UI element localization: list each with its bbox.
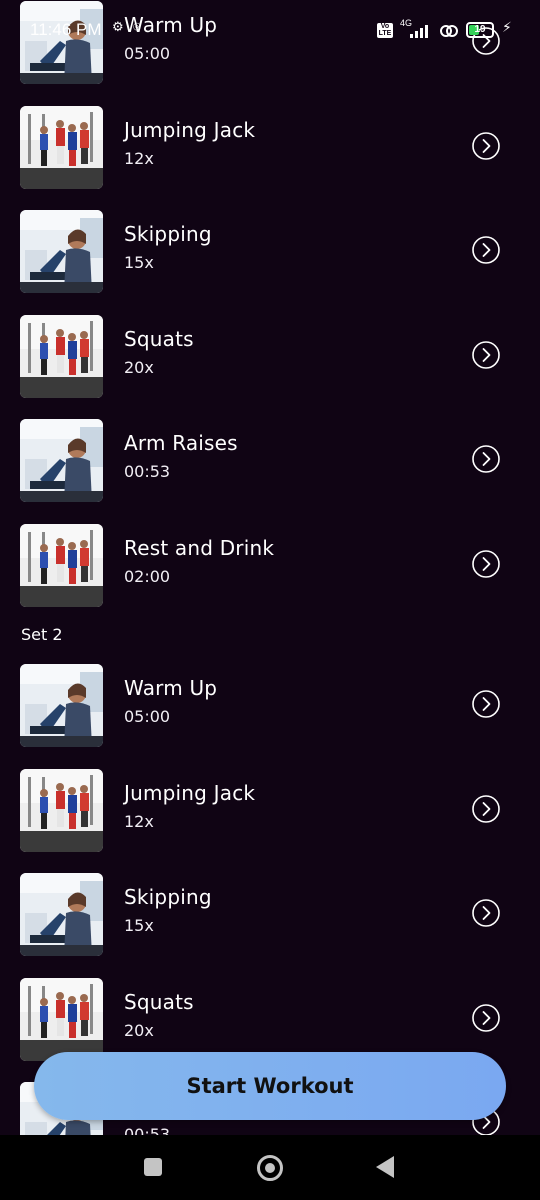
exercise-thumbnail (20, 1, 103, 84)
exercise-detail: 12x (124, 148, 154, 168)
set-label: Set 2 (21, 625, 63, 644)
chevron-right-circle-icon[interactable] (471, 898, 501, 928)
exercise-thumbnail (20, 419, 103, 502)
recents-button[interactable] (144, 1158, 162, 1176)
exercise-thumbnail (20, 768, 103, 852)
back-button[interactable] (376, 1156, 394, 1178)
exercise-detail: 05:00 (124, 44, 171, 63)
exercise-title: Jumping Jack (124, 117, 256, 142)
exercise-title: Skipping (124, 222, 212, 246)
exercise-detail: 20x (124, 1020, 154, 1040)
chevron-right-circle-icon[interactable] (471, 794, 501, 824)
chevron-right-circle-icon[interactable] (471, 549, 501, 579)
home-button[interactable] (257, 1155, 283, 1181)
chevron-right-circle-icon[interactable] (471, 131, 501, 161)
exercise-row[interactable]: Rest and Drink 02:00 (0, 515, 540, 620)
exercise-title: Squats (124, 989, 194, 1014)
exercise-row[interactable]: Squats 20x (0, 306, 540, 411)
navigation-bar (0, 1135, 540, 1200)
workout-list: Warm Up 05:00 Jumping Jack 12x Skipping 15x Sq… (0, 0, 540, 1135)
exercise-title: Warm Up (124, 13, 218, 37)
exercise-thumbnail (20, 105, 103, 189)
exercise-thumbnail (20, 664, 103, 747)
exercise-title: Squats (124, 326, 194, 351)
exercise-title: Skipping (124, 885, 212, 909)
exercise-row[interactable]: Jumping Jack 12x (0, 97, 540, 202)
exercise-row[interactable]: Arm Raises 00:53 (0, 410, 540, 515)
exercise-detail: 15x (124, 253, 154, 272)
exercise-detail: 00:53 (124, 1125, 171, 1135)
chevron-right-circle-icon[interactable] (471, 444, 501, 474)
exercise-title: Rest and Drink (124, 535, 275, 560)
chevron-right-circle-icon[interactable] (471, 1003, 501, 1033)
exercise-row[interactable]: Warm Up 05:00 (0, 0, 540, 97)
exercise-thumbnail (20, 977, 103, 1061)
exercise-detail: 02:00 (124, 566, 171, 586)
set-header: Set 2 (0, 619, 540, 655)
exercise-title: Arm Raises (124, 431, 238, 455)
exercise-title: Jumping Jack (124, 780, 256, 805)
chevron-right-circle-icon[interactable] (471, 235, 501, 265)
exercise-detail: 05:00 (124, 707, 171, 726)
chevron-right-circle-icon[interactable] (471, 689, 501, 719)
exercise-row[interactable]: Jumping Jack 12x (0, 760, 540, 865)
exercise-detail: 12x (124, 811, 154, 831)
start-workout-button[interactable]: Start Workout (34, 1052, 506, 1120)
exercise-detail: 15x (124, 916, 154, 935)
exercise-row[interactable]: Skipping 15x (0, 864, 540, 969)
exercise-thumbnail (20, 873, 103, 956)
exercise-detail: 20x (124, 357, 154, 377)
exercise-title: Warm Up (124, 676, 218, 700)
workout-screen: Warm Up 05:00 Jumping Jack 12x Skipping 15x Sq… (0, 0, 540, 1135)
chevron-right-circle-icon[interactable] (471, 340, 501, 370)
exercise-detail: 00:53 (124, 462, 171, 481)
exercise-thumbnail (20, 210, 103, 293)
exercise-thumbnail (20, 314, 103, 398)
exercise-row[interactable]: Warm Up 05:00 (0, 655, 540, 760)
chevron-right-circle-icon[interactable] (471, 26, 501, 56)
exercise-thumbnail (20, 523, 103, 607)
exercise-row[interactable]: Skipping 15x (0, 201, 540, 306)
